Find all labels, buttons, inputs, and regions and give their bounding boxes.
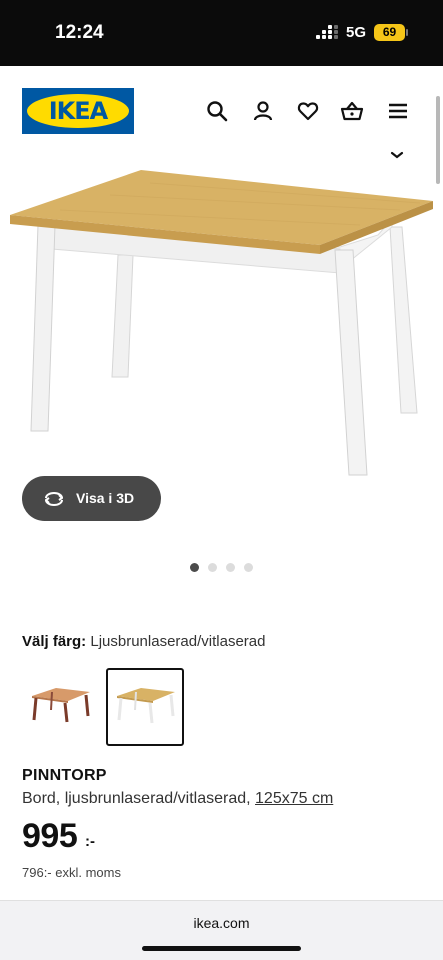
signal-icon <box>316 25 338 41</box>
battery-icon: 69 <box>374 24 405 41</box>
color-swatch-brown[interactable] <box>22 668 100 746</box>
product-size-link[interactable]: 125x75 cm <box>255 790 333 807</box>
color-selection-line: Välj färg: Ljusbrunlaserad/vitlaserad <box>22 633 265 650</box>
product-description-line: Bord, ljusbrunlaserad/vitlaserad, 125x75… <box>22 790 333 808</box>
color-swatch-white[interactable] <box>106 668 184 746</box>
price-suffix: :- <box>85 833 95 850</box>
product-price: 995 <box>22 817 78 855</box>
price-ex-vat: 796:- exkl. moms <box>22 865 121 880</box>
image-pagination <box>188 563 258 573</box>
status-bar: 12:24 5G 69 <box>0 0 443 66</box>
table-brown-thumbnail <box>32 688 90 723</box>
page: 12:24 5G 69 IKEA Visa i 3D Välj färg: Lj… <box>0 0 443 960</box>
site-header: IKEA <box>0 66 443 156</box>
pagination-dot-3[interactable] <box>226 563 235 572</box>
basket-icon[interactable] <box>340 99 364 123</box>
table-white-thumbnail <box>117 688 175 724</box>
battery-tip <box>406 29 408 36</box>
product-name: PINNTORP <box>22 767 107 784</box>
menu-icon[interactable] <box>386 99 410 123</box>
browser-bottom-bar: ikea.com <box>0 900 443 960</box>
search-icon[interactable] <box>205 99 229 123</box>
view-3d-button[interactable]: Visa i 3D <box>22 476 161 521</box>
home-indicator[interactable] <box>142 946 301 951</box>
url-bar[interactable]: ikea.com <box>0 915 443 931</box>
chevron-down-icon[interactable] <box>390 150 404 160</box>
status-time: 12:24 <box>55 22 104 43</box>
ikea-logo[interactable]: IKEA <box>22 88 134 134</box>
pagination-dot-4[interactable] <box>244 563 253 572</box>
user-icon[interactable] <box>251 99 275 123</box>
rotate-3d-icon <box>45 492 63 506</box>
product-description: Bord, ljusbrunlaserad/vitlaserad, <box>22 790 251 807</box>
logo-text: IKEA <box>48 97 109 125</box>
color-label: Välj färg: <box>22 633 87 650</box>
pagination-dot-1[interactable] <box>190 563 199 572</box>
pagination-dot-2[interactable] <box>208 563 217 572</box>
view-3d-label: Visa i 3D <box>76 490 135 506</box>
heart-icon[interactable] <box>296 99 320 123</box>
network-type: 5G <box>346 24 367 41</box>
color-value: Ljusbrunlaserad/vitlaserad <box>90 633 266 650</box>
